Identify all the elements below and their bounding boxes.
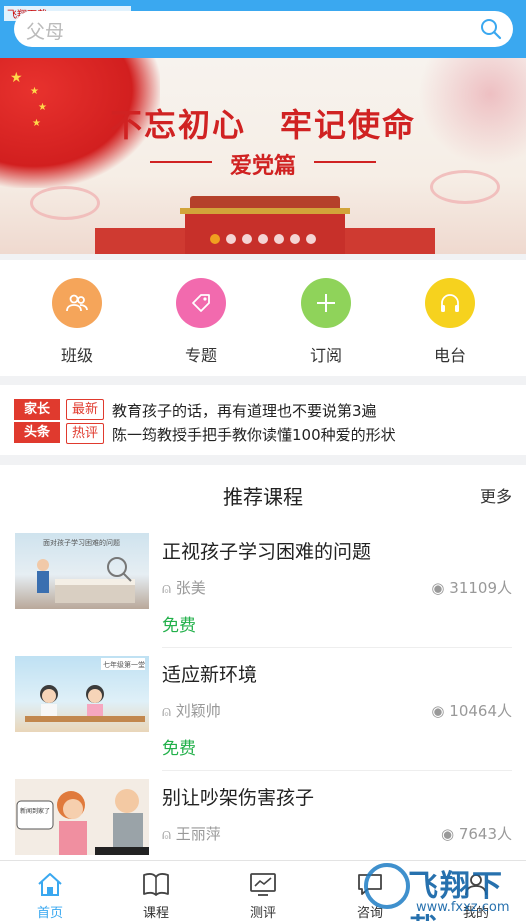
course-teacher: ⍝ 王丽萍 [162,823,221,844]
promo-banner[interactable]: ★ ★ ★ ★ 不忘初心 牢记使命 爱党篇 [0,58,526,254]
course-teacher-name: 刘颖帅 [175,702,221,720]
eye-icon: ◉ [440,825,459,843]
menu-item-topic[interactable]: 专题 [151,278,251,366]
tag-icon [176,278,226,328]
brand-watermark: 飞翔下载 www.fxxz.com [360,855,526,921]
course-teacher: ⍝ 张美 [162,577,206,598]
headphones-icon [425,278,475,328]
divider-line [314,161,376,163]
tab-label: 测评 [249,906,276,921]
carousel-indicator [0,229,526,244]
user-icon: ⍝ [162,702,176,720]
course-views: ◉ 7643人 [441,823,512,844]
star-icon: ★ [30,86,39,97]
headlines-logo: 家长 头条 [14,399,60,443]
course-views-count: 31109人 [449,579,512,597]
course-teacher-name: 王丽萍 [175,825,221,843]
carousel-dot[interactable] [306,234,316,244]
brand-logo-icon [364,863,410,909]
thumb-caption: 新闻到家了 [20,807,50,815]
brand-watermark-url: www.fxxz.com [416,900,510,915]
home-icon [38,873,62,896]
recommended-courses: 推荐课程 更多 面对孩子学习困难的问题 正视孩子学习困难的问题 ⍝ 张美 ◉ 3… [0,465,526,860]
quick-menu: 班级 专题 订阅 电台 [0,260,526,376]
tiananmen-graphic [180,196,350,254]
book-icon [143,873,169,896]
section-title: 推荐课程 [223,485,303,509]
carousel-dot[interactable] [290,234,300,244]
tab-courses[interactable]: 课程 [106,861,206,921]
plus-icon [301,278,351,328]
parent-headlines: 家长 头条 最新 教育孩子的话，再有道理也不要说第3遍 热评 陈一筠教授手把手教… [0,385,526,455]
user-icon: ⍝ [162,825,176,843]
star-icon: ★ [10,70,23,86]
menu-item-label: 订阅 [309,346,342,365]
carousel-dot[interactable] [226,234,236,244]
menu-item-subscribe[interactable]: 订阅 [276,278,376,366]
menu-item-label: 电台 [433,346,466,365]
top-bar: 飞翔下载 www.FXXZ.com 父母 [0,0,526,58]
user-icon: ⍝ [162,579,176,597]
tab-label: 首页 [36,906,63,921]
course-teacher-name: 张美 [175,579,206,597]
menu-item-label: 专题 [184,346,217,365]
chart-monitor-icon [250,873,276,896]
course-title: 正视孩子学习困难的问题 [162,541,372,563]
headlines-logo-top: 家长 [14,399,60,420]
course-thumbnail: 新闻到家了 [15,779,149,855]
course-views: ◉ 31109人 [431,577,512,598]
eye-icon: ◉ [431,702,450,720]
course-item[interactable]: 七年级第一堂 适应新环境 ⍝ 刘颖帅 ◉ 10464人 免费 [0,656,526,778]
tab-label: 课程 [142,906,169,921]
divider [162,770,512,771]
search-icon[interactable] [479,17,503,41]
course-item[interactable]: 面对孩子学习困难的问题 正视孩子学习困难的问题 ⍝ 张美 ◉ 31109人 免费 [0,533,526,655]
course-title: 别让吵架伤害孩子 [162,787,315,809]
course-item[interactable]: 新闻到家了 别让吵架伤害孩子 ⍝ 王丽萍 ◉ 7643人 免费 [0,779,526,860]
carousel-dot[interactable] [210,234,220,244]
course-views-count: 10464人 [449,702,512,720]
banner-slogan: 不忘初心 牢记使命 [109,106,416,144]
divider [162,647,512,648]
cloud-graphic [30,186,100,220]
headline-item[interactable]: 陈一筠教授手把手教你读懂100种爱的形状 [112,424,396,445]
course-teacher: ⍝ 刘颖帅 [162,700,221,721]
headline-tag: 最新 [66,399,104,420]
menu-item-class[interactable]: 班级 [27,278,127,366]
people-icon [52,278,102,328]
course-views: ◉ 10464人 [431,700,512,721]
course-views-count: 7643人 [458,825,512,843]
tab-home[interactable]: 首页 [0,861,100,921]
headlines-logo-bottom: 头条 [14,422,60,443]
course-price: 免费 [162,739,196,759]
carousel-dot[interactable] [258,234,268,244]
menu-item-radio[interactable]: 电台 [400,278,500,366]
search-bar[interactable]: 父母 [14,11,513,47]
course-thumbnail: 七年级第一堂 [15,656,149,732]
search-input[interactable]: 父母 [26,17,64,44]
course-title: 适应新环境 [162,664,258,686]
course-price: 免费 [162,616,196,636]
headline-item[interactable]: 教育孩子的话，再有道理也不要说第3遍 [112,400,377,421]
cloud-graphic [430,170,500,204]
carousel-dot[interactable] [274,234,284,244]
course-thumbnail: 面对孩子学习困难的问题 [15,533,149,609]
tab-assessment[interactable]: 测评 [213,861,313,921]
menu-item-label: 班级 [60,346,93,365]
more-link[interactable]: 更多 [480,483,512,507]
eye-icon: ◉ [431,579,450,597]
thumb-caption: 面对孩子学习困难的问题 [43,538,120,547]
headline-tag: 热评 [66,423,104,444]
thumb-caption: 七年级第一堂 [103,660,145,669]
carousel-dot[interactable] [242,234,252,244]
